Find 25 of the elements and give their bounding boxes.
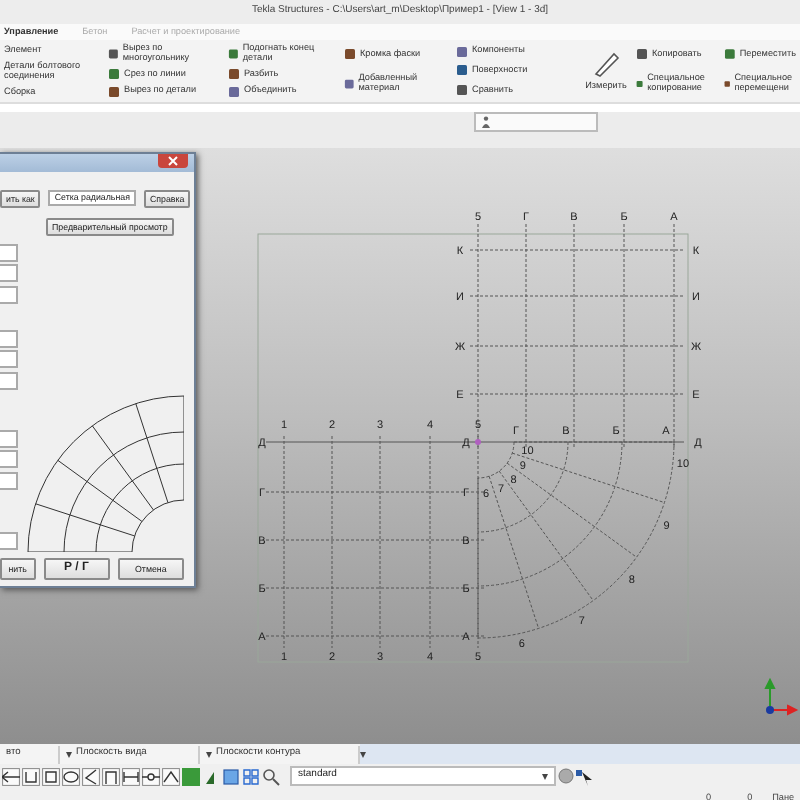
zoom-icon bbox=[262, 767, 280, 785]
caret-icon bbox=[542, 773, 548, 779]
tool-icon bbox=[344, 77, 355, 90]
caret-icon bbox=[66, 751, 72, 757]
grid-icon bbox=[242, 767, 260, 785]
tool-icon bbox=[724, 77, 731, 90]
filled-square-icon bbox=[182, 767, 200, 785]
caret-icon bbox=[206, 751, 212, 757]
close-button[interactable] bbox=[158, 154, 188, 168]
tool-icon bbox=[344, 48, 356, 61]
input-field[interactable] bbox=[0, 532, 18, 550]
tool-icon bbox=[724, 48, 736, 61]
close-icon bbox=[168, 156, 178, 166]
origin-marker bbox=[475, 439, 481, 445]
caret-icon bbox=[360, 751, 366, 757]
pattern-icon bbox=[558, 768, 574, 784]
triangle-icon bbox=[202, 767, 220, 785]
person-icon bbox=[482, 116, 490, 128]
tool-icon bbox=[636, 48, 648, 61]
quick-search-field[interactable] bbox=[474, 112, 598, 132]
pointer-icon bbox=[576, 767, 594, 785]
tool-icon bbox=[636, 77, 644, 90]
select-icon bbox=[222, 767, 240, 785]
axis-icon bbox=[765, 677, 799, 715]
ruler-icon bbox=[592, 50, 620, 79]
